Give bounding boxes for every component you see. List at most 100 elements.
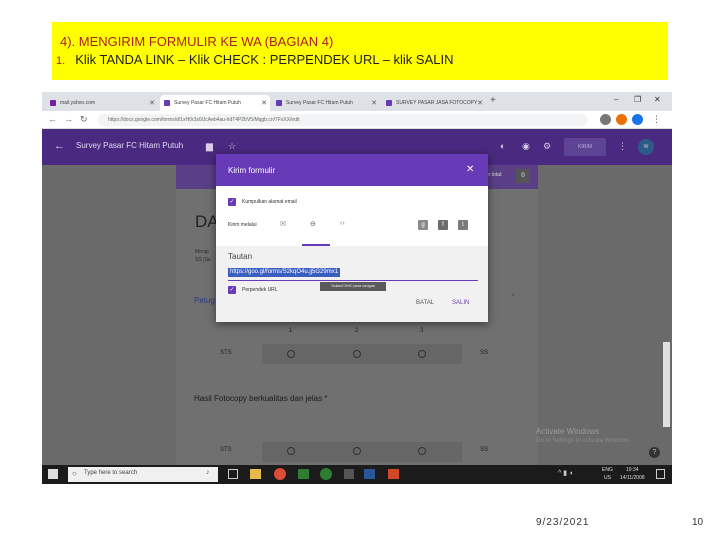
folder-icon[interactable]: ▆	[206, 141, 213, 152]
back-arrow-icon[interactable]: ←	[54, 140, 65, 152]
security-icon[interactable]	[344, 469, 354, 479]
shorten-url-checkbox[interactable]: ✓	[228, 286, 236, 294]
back-arrow-icon[interactable]: ←	[48, 114, 57, 124]
responses-total-label: In total:	[486, 172, 503, 178]
scale-label: 1	[289, 328, 293, 334]
new-tab-button[interactable]: +	[490, 95, 496, 106]
tab-yahoo-mail[interactable]: mail.yahoo.com ✕	[46, 95, 158, 111]
task-view-icon[interactable]	[228, 469, 238, 479]
heading-box: 4). MENGIRIM FORMULIR KE WA (BAGIAN 4) 1…	[52, 22, 668, 80]
forms-favicon-icon	[386, 100, 392, 106]
link-underline	[228, 280, 478, 281]
windows-start-icon[interactable]	[48, 469, 58, 479]
activate-windows-subtitle: Go to Settings to activate Windows.	[536, 438, 631, 444]
avatar[interactable]: W	[638, 139, 654, 155]
activate-windows-title: Activate Windows	[536, 427, 600, 436]
radio-option[interactable]	[353, 447, 361, 455]
close-tab-icon[interactable]: ✕	[149, 99, 155, 107]
scale-low-label: STS	[220, 447, 232, 453]
twitter-icon[interactable]: t	[458, 220, 468, 230]
dialog-header: Kirim formulir ✕	[216, 154, 488, 186]
microphone-icon[interactable]: ♪	[206, 469, 210, 476]
shorten-url-label: Perpendek URL	[242, 287, 278, 293]
section-description: Mengi	[195, 249, 209, 255]
language-indicator[interactable]: ENG	[602, 467, 613, 473]
more-dots-icon[interactable]: ⋮	[618, 141, 627, 152]
chrome-icon[interactable]	[274, 468, 286, 480]
windows-taskbar: ○ Type here to search ♪ ^ ▮ ◖ ENG US 19:…	[42, 465, 672, 484]
required-mark: *	[512, 294, 515, 300]
close-icon[interactable]: ✕	[466, 164, 474, 175]
tooltip: Tautan/CHHC pada navigasi	[320, 282, 386, 291]
scale-label: 2	[355, 328, 359, 334]
radio-option[interactable]	[418, 350, 426, 358]
profile-icon[interactable]	[632, 114, 643, 125]
slide-date: 9/23/2021	[536, 517, 590, 528]
tab-survey-jasa[interactable]: SURVEY PASAR JASA FOTOCOPY ✕	[382, 95, 486, 111]
copy-button[interactable]: SALIN	[452, 300, 469, 306]
radio-option[interactable]	[353, 350, 361, 358]
link-heading: Tautan	[228, 252, 253, 261]
clock-date: 14/11/2008	[620, 475, 645, 481]
link-url-field[interactable]: https://goo.gl/forms/S2kqO4u.jj5G29mx1	[228, 268, 341, 277]
extension-icon[interactable]	[616, 114, 627, 125]
close-tab-icon[interactable]: ✕	[477, 99, 483, 107]
heading-instruction: 1. Klik TANDA LINK – Klik CHECK : PERPEND…	[56, 52, 454, 67]
radio-option[interactable]	[287, 350, 295, 358]
question-1-title: Petug	[194, 296, 215, 305]
browser-tab-bar: mail.yahoo.com ✕ Survey Pasar FC Hitam P…	[42, 92, 672, 111]
menu-dots-icon[interactable]: ⋮	[652, 114, 661, 125]
forward-arrow-icon[interactable]: →	[64, 114, 73, 124]
radio-option[interactable]	[287, 447, 295, 455]
address-bar: ← → ↻ https://docs.google.com/forms/d/1x…	[42, 111, 672, 129]
responses-total-count: 0	[516, 169, 530, 183]
scale-high-label: SS	[480, 447, 489, 453]
slide-page-number: 10	[692, 517, 704, 528]
heading-title: 4). MENGIRIM FORMULIR KE WA (BAGIAN 4)	[60, 34, 334, 49]
maximize-icon[interactable]: ❐	[634, 95, 641, 104]
forms-favicon-icon	[164, 100, 170, 106]
email-icon[interactable]: ✉	[280, 220, 286, 228]
tab-survey-2[interactable]: Survey Pasar FC Hitam Putuh ✕	[272, 95, 380, 111]
file-explorer-icon[interactable]	[250, 469, 261, 479]
word-icon[interactable]	[364, 469, 375, 479]
palette-icon[interactable]: ◐	[500, 141, 505, 151]
clock-time[interactable]: 19:34	[626, 467, 639, 473]
link-icon[interactable]: ⊖	[310, 220, 316, 228]
minimize-icon[interactable]: –	[614, 95, 618, 104]
reload-icon[interactable]: ↻	[80, 114, 88, 125]
collect-email-checkbox[interactable]: ✓	[228, 198, 236, 206]
close-window-icon[interactable]: ✕	[654, 95, 661, 104]
close-tab-icon[interactable]: ✕	[371, 99, 377, 107]
tab-survey-active[interactable]: Survey Pasar FC Hitam Putuh ✕	[160, 95, 270, 111]
slide: 4). MENGIRIM FORMULIR KE WA (BAGIAN 4) 1…	[0, 0, 720, 540]
radio-option[interactable]	[418, 447, 426, 455]
embed-code-icon[interactable]: ‹›	[340, 220, 345, 227]
taskbar-search[interactable]: ○ Type here to search ♪	[68, 467, 218, 482]
tray-icons[interactable]: ^ ▮ ◖	[558, 469, 573, 477]
help-icon[interactable]: ?	[649, 447, 660, 458]
url-input[interactable]: https://docs.google.com/forms/d/1xH0r3s0…	[98, 114, 588, 126]
notification-icon[interactable]	[656, 469, 665, 479]
google-plus-icon[interactable]: g	[418, 220, 428, 230]
settings-gear-icon[interactable]: ⚙	[543, 141, 551, 152]
search-placeholder: Type here to search	[84, 470, 138, 476]
dialog-title: Kirim formulir	[228, 166, 276, 175]
extension-icon[interactable]	[600, 114, 611, 125]
scrollbar[interactable]	[663, 342, 670, 427]
section-description: SS (Se	[195, 257, 211, 263]
close-tab-icon[interactable]: ✕	[261, 99, 267, 107]
preview-eye-icon[interactable]: ◉	[522, 141, 530, 152]
send-button[interactable]: KIRIM	[564, 138, 606, 156]
facebook-icon[interactable]: f	[438, 220, 448, 230]
calendar-icon[interactable]	[298, 469, 309, 479]
form-title: Survey Pasar FC Hitam Putuh	[76, 141, 184, 150]
scale-high-label: SS	[480, 350, 489, 356]
list-number: 1.	[56, 55, 66, 67]
powerpoint-icon[interactable]	[388, 469, 399, 479]
star-icon[interactable]: ☆	[228, 141, 236, 152]
yahoo-favicon-icon	[50, 100, 56, 106]
media-icon[interactable]	[320, 468, 332, 480]
cancel-button[interactable]: BATAL	[416, 300, 434, 306]
search-icon: ○	[72, 469, 77, 478]
